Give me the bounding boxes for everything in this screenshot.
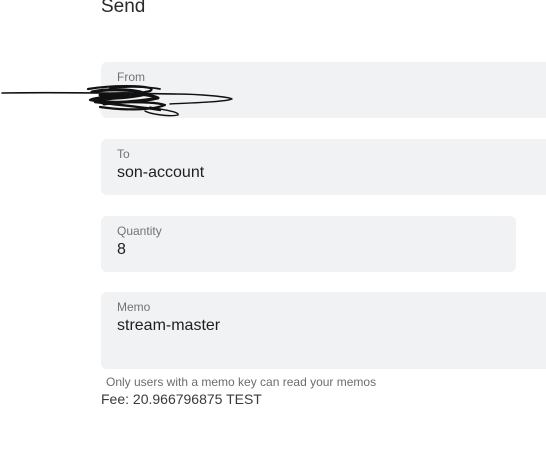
quantity-field[interactable]: Quantity 8 (101, 216, 516, 272)
fee-text: Fee: 20.966796875 TEST (101, 391, 262, 407)
send-page: Send From To son-account Quantity 8 Memo… (0, 0, 546, 454)
memo-field[interactable]: Memo stream-master (101, 292, 546, 369)
redaction-scribble (1, 85, 233, 117)
to-field-label: To (117, 147, 130, 161)
memo-field-value: stream-master (117, 317, 221, 334)
to-field-value: son-account (117, 164, 205, 181)
quantity-field-label: Quantity (117, 224, 162, 238)
memo-helper-text: Only users with a memo key can read your… (106, 375, 377, 389)
memo-field-label: Memo (117, 300, 151, 314)
page-title: Send (101, 0, 146, 17)
to-field[interactable]: To son-account (101, 139, 546, 195)
quantity-field-value: 8 (117, 241, 126, 258)
